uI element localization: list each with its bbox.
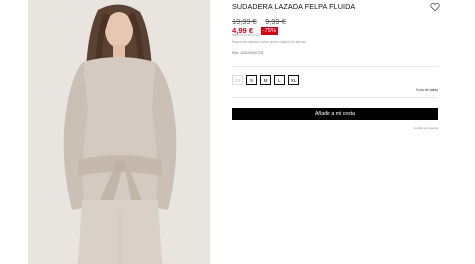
discount-note: Descuento aplicado sobre precio original… bbox=[232, 40, 307, 44]
current-price-row: 4,99 € -75% bbox=[232, 20, 279, 35]
size-selector: XS S M L XL bbox=[232, 75, 299, 85]
size-option-s[interactable]: S bbox=[246, 75, 257, 85]
size-option-m[interactable]: M bbox=[260, 75, 271, 85]
size-option-xs[interactable]: XS bbox=[232, 75, 243, 85]
product-title: SUDADERA LAZADA FELPA FLUIDA bbox=[232, 2, 356, 11]
sale-period-note: Sale 01/01 al 01/04 bbox=[232, 33, 260, 37]
divider bbox=[232, 66, 438, 67]
divider bbox=[232, 97, 438, 98]
heart-outline-icon[interactable] bbox=[430, 2, 440, 12]
size-option-xl[interactable]: XL bbox=[288, 75, 299, 85]
seller-info-link[interactable]: Vendido por la tienda bbox=[414, 127, 438, 130]
product-image[interactable] bbox=[28, 0, 210, 264]
discount-badge: -75% bbox=[260, 27, 279, 35]
add-to-cart-button[interactable]: Añadir a mi cesta bbox=[232, 108, 438, 120]
product-info-panel: SUDADERA LAZADA FELPA FLUIDA 19,99 € 9,9… bbox=[232, 0, 442, 264]
size-option-l[interactable]: L bbox=[274, 75, 285, 85]
size-guide-link[interactable]: Guía de tallas bbox=[416, 88, 438, 92]
product-reference: Ref: 1200/304/723 bbox=[232, 51, 264, 55]
